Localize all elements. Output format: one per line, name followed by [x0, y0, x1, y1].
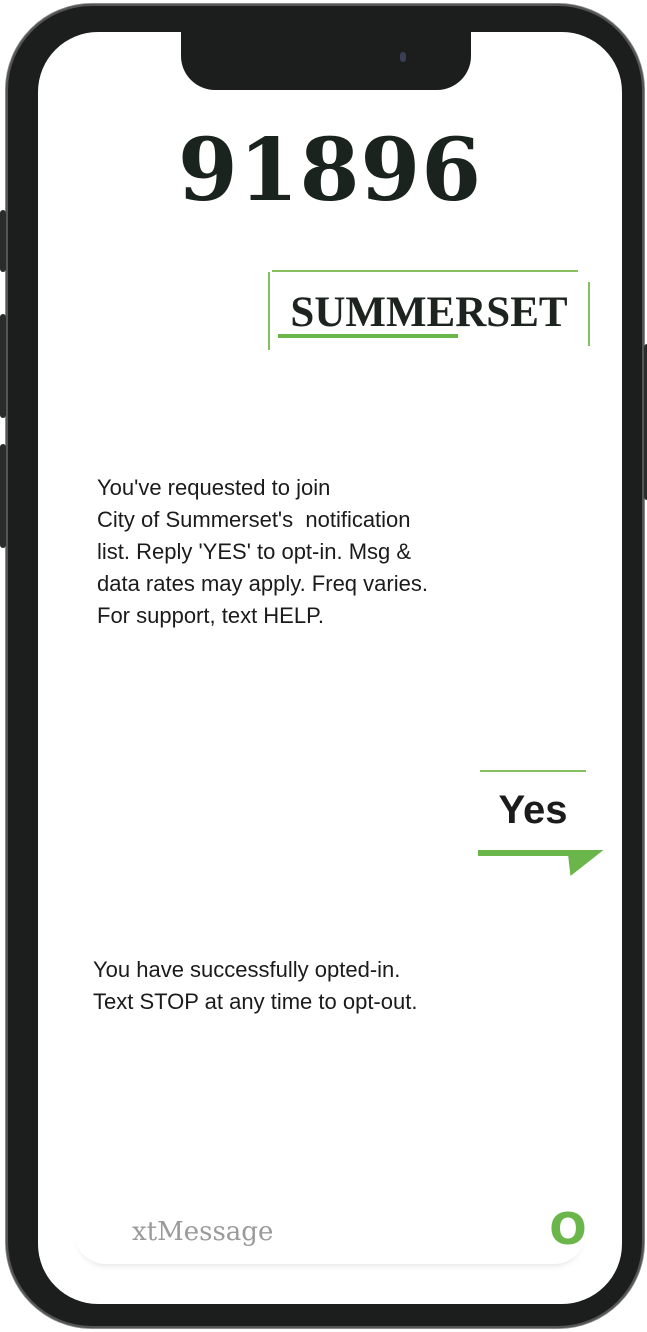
send-button[interactable]: O — [544, 1206, 592, 1254]
volume-down-button — [0, 444, 6, 548]
notch — [181, 32, 471, 90]
outgoing-message-text: Yes — [498, 788, 568, 832]
sender-number: 91896 — [177, 120, 483, 221]
message-line: You've requested to join — [97, 475, 331, 500]
incoming-message-confirmation: You have successfully opted-in. Text STO… — [93, 954, 417, 1018]
message-input[interactable] — [132, 1212, 432, 1252]
message-line: data rates may apply. Freq varies. — [97, 571, 428, 596]
message-line: City of Summerset's notification — [97, 507, 411, 532]
camera-icon — [400, 52, 406, 62]
silent-switch — [0, 210, 6, 272]
bubble-top-border — [480, 770, 586, 772]
send-icon: O — [549, 1204, 587, 1255]
phone-frame: 91896 SUMMERSET You've requested to join… — [0, 4, 647, 1328]
message-line: Text STOP at any time to opt-out. — [93, 989, 418, 1014]
compose-bar: O — [74, 1200, 587, 1264]
brand-logo: SUMMERSET — [268, 270, 590, 350]
volume-up-button — [0, 314, 6, 418]
outgoing-message-bubble: Yes — [474, 766, 604, 886]
screen: 91896 SUMMERSET You've requested to join… — [38, 32, 622, 1304]
message-line: You have successfully opted-in. — [93, 957, 401, 982]
incoming-message-optin-request: You've requested to join City of Summers… — [97, 472, 428, 632]
message-line: list. Reply 'YES' to opt-in. Msg & — [97, 539, 412, 564]
brand-underline — [278, 334, 458, 338]
brand-name: SUMMERSET — [290, 289, 568, 336]
brand-frame-top — [272, 270, 578, 272]
message-line: For support, text HELP. — [97, 603, 325, 628]
